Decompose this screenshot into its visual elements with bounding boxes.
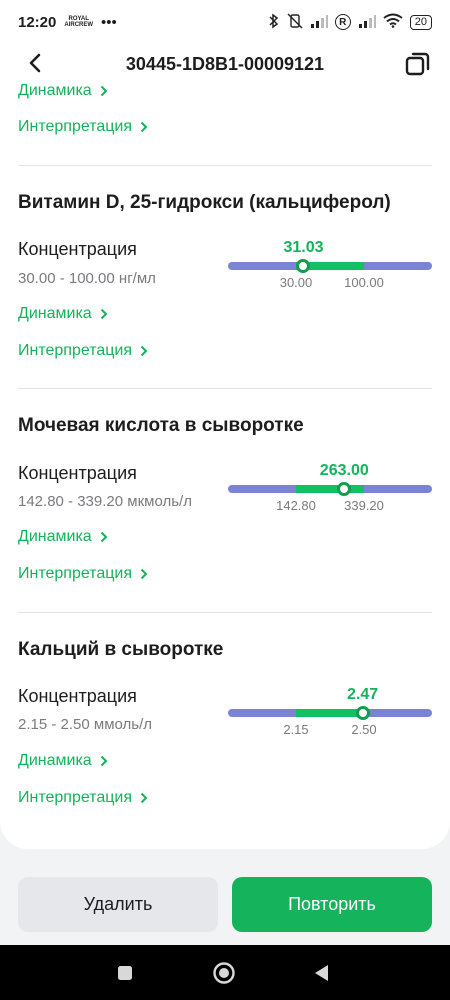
interpretation-link-0[interactable]: Интерпретация [18,118,148,136]
gauge-high-label: 100.00 [344,275,384,290]
app-header: 30445-1D8B1-00009121 [0,44,450,84]
battery-indicator: 20 [409,14,432,30]
reference-range: 2.15 - 2.50 ммоль/л [18,716,153,733]
system-nav-bar [0,945,450,1000]
range-gauge: 263.00 142.80 339.20 [228,462,432,522]
interpretation-link-1[interactable]: Интерпретация [18,342,148,360]
dynamics-link-2[interactable]: Динамика [18,528,108,546]
dynamics-label: Динамика [18,84,92,99]
dynamics-link-3[interactable]: Динамика [18,752,108,770]
interpretation-link-2[interactable]: Интерпретация [18,565,148,583]
param-name: Концентрация [18,463,137,483]
range-gauge: 2.47 2.15 2.50 [228,686,432,746]
reference-range: 30.00 - 100.00 нг/мл [18,270,156,287]
gauge-value: 263.00 [319,462,369,479]
circle-icon [213,962,235,984]
dynamics-link-1[interactable]: Динамика [18,305,108,323]
triangle-back-icon [315,965,328,981]
gauge-track [228,709,432,717]
interpretation-label: Интерпретация [18,118,133,135]
chevron-right-icon [140,568,148,580]
dynamics-link-0[interactable]: Динамика [18,84,108,100]
square-icon [118,966,132,980]
gauge-marker [355,706,370,720]
wifi-icon [383,13,403,31]
copy-button[interactable] [404,50,432,78]
chevron-right-icon [140,792,148,804]
reference-range: 142.80 - 339.20 мкмоль/л [18,493,192,510]
status-dots: ••• [101,13,117,31]
gauge-high-label: 2.50 [351,722,377,737]
back-nav-button[interactable] [309,961,333,985]
interpretation-label: Интерпретация [18,789,133,806]
recents-button[interactable] [113,961,137,985]
registered-icon: R [334,14,351,30]
test-title: Кальций в сыворотке [18,639,224,660]
interpretation-label: Интерпретация [18,342,133,359]
delete-button[interactable]: Удалить [18,877,218,932]
gauge-value: 31.03 [283,239,324,256]
carrier-logo: ROYAL AIRCREW [64,16,94,28]
divider [18,165,432,166]
interpretation-link-3[interactable]: Интерпретация [18,789,148,807]
chevron-right-icon [100,531,108,543]
gauge-low-label: 30.00 [279,275,313,290]
repeat-button[interactable]: Повторить [232,877,432,932]
signal-icon [310,14,328,31]
signal-icon-2 [358,14,376,31]
gauge-low-label: 2.15 [283,722,309,737]
dynamics-label: Динамика [18,305,92,322]
chevron-right-icon [100,755,108,767]
gauge-marker [296,259,311,273]
interpretation-label: Интерпретация [18,565,133,582]
gauge-value: 2.47 [347,686,379,703]
divider [18,612,432,613]
gauge-track [228,485,432,493]
dynamics-label: Динамика [18,528,92,545]
range-gauge: 31.03 30.00 100.00 [228,239,432,299]
param-name: Концентрация [18,239,137,259]
vibrate-off-icon [287,13,303,32]
home-button[interactable] [212,961,236,985]
test-title: Мочевая кислота в сыворотке [18,415,304,436]
gauge-normal-zone [296,709,364,717]
gauge-low-label: 142.80 [276,498,316,513]
back-arrow-icon [29,53,41,73]
chevron-right-icon [140,121,148,133]
bluetooth-icon [268,13,280,32]
back-button[interactable] [22,50,48,76]
page-title: 30445-1D8B1-00009121 [125,53,325,74]
gauge-track [228,262,432,270]
copy-icon [405,52,430,76]
gauge-marker [337,482,352,496]
chevron-right-icon [100,85,108,97]
results-list[interactable]: Динамика Интерпретация Витамин D, 25-гид… [0,84,450,849]
chevron-right-icon [100,308,108,320]
gauge-normal-zone [296,485,364,493]
status-bar: 12:20 ROYAL AIRCREW ••• R 20 [0,0,450,44]
status-time: 12:20 [18,13,57,31]
test-title: Витамин D, 25-гидрокси (кальциферол) [18,192,391,213]
param-name: Концентрация [18,686,137,706]
divider [18,388,432,389]
dynamics-label: Динамика [18,752,92,769]
chevron-right-icon [140,345,148,357]
gauge-high-label: 339.20 [344,498,384,513]
